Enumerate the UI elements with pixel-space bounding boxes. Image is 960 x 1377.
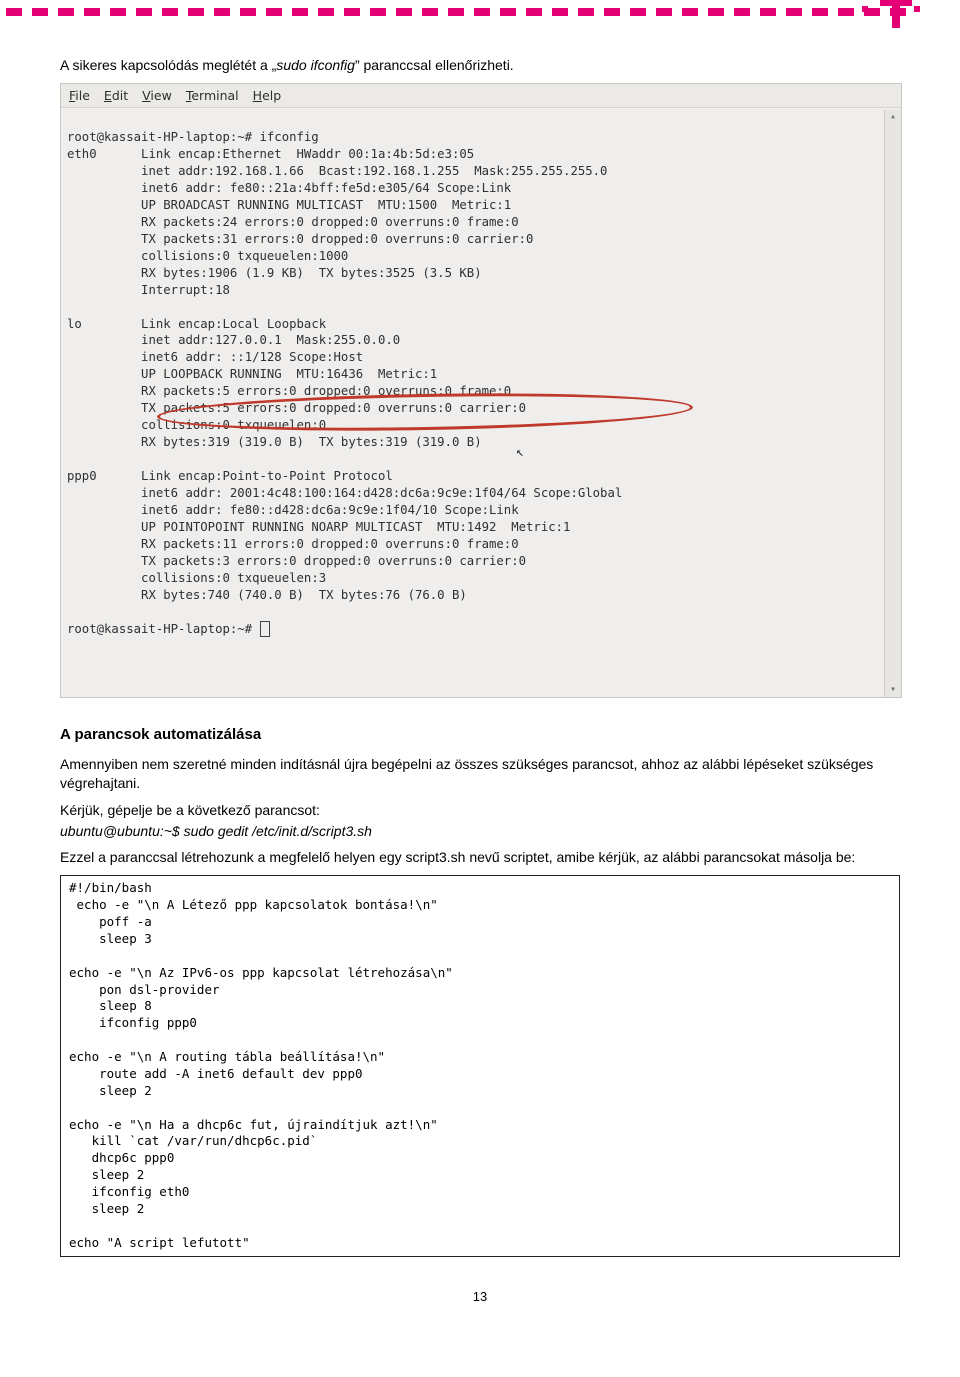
scroll-up-icon[interactable]: ▴ [886, 110, 900, 124]
ppp0-0: Link encap:Point-to-Point Protocol [141, 469, 393, 483]
ppp0-7: RX bytes:740 (740.0 B) TX bytes:76 (76.0… [141, 588, 467, 602]
lo-0: Link encap:Local Loopback [141, 317, 326, 331]
prompt-line-2: root@kassait-HP-laptop:~# [67, 622, 260, 636]
telekom-logo-icon [872, 0, 920, 46]
intro-after: ” paranccsal ellenőrizheti. [355, 57, 514, 73]
intro-paragraph: A sikeres kapcsolódás meglétét a „sudo i… [60, 56, 900, 75]
iface-eth0-label: eth0 [67, 147, 97, 161]
lo-1: inet addr:127.0.0.1 Mask:255.0.0.0 [141, 333, 400, 347]
eth0-1: inet addr:192.168.1.66 Bcast:192.168.1.2… [141, 164, 607, 178]
terminal-window: File Edit View Terminal Help ▴ ▾ root@ka… [60, 83, 902, 698]
scroll-down-icon[interactable]: ▾ [886, 683, 900, 697]
lo-3: UP LOOPBACK RUNNING MTU:16436 Metric:1 [141, 367, 437, 381]
section-heading: A parancsok automatizálása [60, 726, 900, 743]
eth0-7: RX bytes:1906 (1.9 KB) TX bytes:3525 (3.… [141, 266, 482, 280]
eth0-4: RX packets:24 errors:0 dropped:0 overrun… [141, 215, 519, 229]
ppp0-5: TX packets:3 errors:0 dropped:0 overruns… [141, 554, 526, 568]
intro-command: sudo ifconfig [276, 57, 355, 73]
lo-5: TX packets:5 errors:0 dropped:0 overruns… [141, 401, 526, 415]
brand-topbar [0, 0, 960, 28]
auto-paragraph-1: Amennyiben nem szeretné minden indításná… [60, 755, 900, 793]
ppp0-2: inet6 addr: fe80::d428:dc6a:9c9e:1f04/10… [141, 503, 519, 517]
iface-ppp0-label: ppp0 [67, 469, 97, 483]
prompt-line-1: root@kassait-HP-laptop:~# ifconfig [67, 130, 319, 144]
lo-6: collisions:0 txqueuelen:0 [141, 418, 326, 432]
eth0-5: TX packets:31 errors:0 dropped:0 overrun… [141, 232, 533, 246]
mouse-cursor-icon: ↖ [516, 444, 524, 462]
iface-lo-label: lo [67, 317, 82, 331]
ppp0-6: collisions:0 txqueuelen:3 [141, 571, 326, 585]
ppp0-4: RX packets:11 errors:0 dropped:0 overrun… [141, 537, 519, 551]
eth0-6: collisions:0 txqueuelen:1000 [141, 249, 348, 263]
menu-view[interactable]: View [142, 88, 172, 103]
ppp0-3: UP POINTOPOINT RUNNING NOARP MULTICAST M… [141, 520, 570, 534]
lo-2: inet6 addr: ::1/128 Scope:Host [141, 350, 363, 364]
eth0-3: UP BROADCAST RUNNING MULTICAST MTU:1500 … [141, 198, 511, 212]
script-codebox: #!/bin/bash echo -e "\n A Létező ppp kap… [60, 875, 900, 1256]
menu-edit[interactable]: Edit [104, 88, 128, 103]
eth0-2: inet6 addr: fe80::21a:4bff:fe5d:e305/64 … [141, 181, 511, 195]
lo-7: RX bytes:319 (319.0 B) TX bytes:319 (319… [141, 435, 482, 449]
lo-4: RX packets:5 errors:0 dropped:0 overruns… [141, 384, 511, 398]
ppp0-1: inet6 addr: 2001:4c48:100:164:d428:dc6a:… [141, 486, 622, 500]
menu-file[interactable]: File [69, 88, 90, 103]
terminal-output[interactable]: root@kassait-HP-laptop:~# ifconfig eth0 … [61, 108, 901, 697]
terminal-scrollbar[interactable]: ▴ ▾ [884, 110, 901, 697]
page-number: 13 [60, 1289, 900, 1304]
eth0-0: Link encap:Ethernet HWaddr 00:1a:4b:5d:e… [141, 147, 474, 161]
brand-dashes [0, 8, 960, 16]
menu-help[interactable]: Help [253, 88, 282, 103]
intro-before: A sikeres kapcsolódás meglétét a „ [60, 57, 276, 73]
auto-command: ubuntu@ubuntu:~$ sudo gedit /etc/init.d/… [60, 822, 900, 841]
auto-paragraph-3: Ezzel a paranccsal létrehozunk a megfele… [60, 848, 900, 867]
terminal-cursor-icon [260, 621, 270, 637]
auto-paragraph-2: Kérjük, gépelje be a következő parancsot… [60, 801, 900, 820]
menu-terminal[interactable]: Terminal [186, 88, 239, 103]
eth0-8: Interrupt:18 [141, 283, 230, 297]
terminal-menubar: File Edit View Terminal Help [61, 84, 901, 108]
